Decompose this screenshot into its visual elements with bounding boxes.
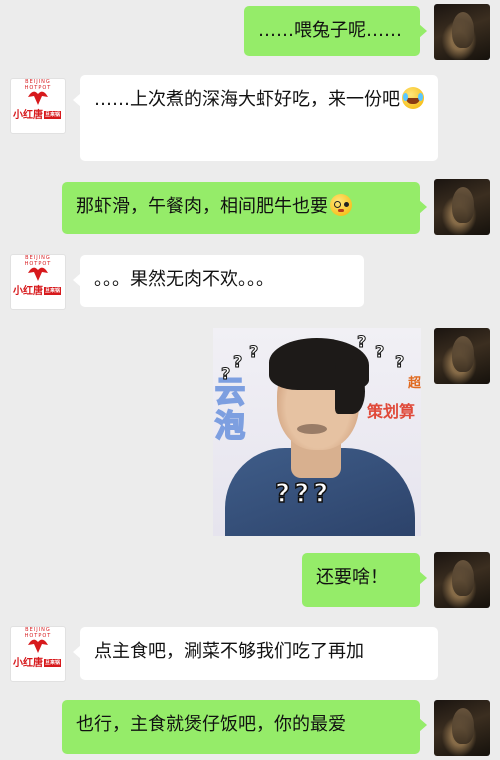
message-bubble-incoming[interactable]: 点主食吧，涮菜不够我们吃了再加 [73, 627, 438, 680]
question-mark-icon: ? [394, 352, 405, 372]
contact-avatar[interactable]: BEIJING HOTPOT 小红唐 旦来锅 [10, 626, 66, 682]
shrimp-logo-icon [28, 91, 48, 105]
message-text: 那虾滑，午餐肉，相间肥牛也要 [76, 196, 328, 217]
question-mark-icon: ? [220, 364, 231, 384]
my-avatar[interactable] [434, 179, 490, 235]
sticker-caption: ??? [274, 479, 333, 509]
message-bubble-incoming[interactable]: 。。。果然无肉不欢。。。 [73, 255, 364, 307]
my-avatar[interactable] [434, 552, 490, 608]
sticker-figure [297, 424, 327, 434]
sticker-image[interactable]: 云 泡 超 策划算 ? ? ? ? ? ? ??? [213, 328, 421, 536]
flushed-emoji-icon [330, 194, 352, 216]
message-bubble-incoming[interactable]: ……上次煮的深海大虾好吃，来一份吧 [73, 75, 438, 161]
my-avatar[interactable] [434, 700, 490, 756]
message-text: 也行，主食就煲仔饭吧，你的最爱 [76, 714, 346, 735]
question-mark-icon: ? [356, 332, 367, 352]
logo-text: 小红唐 旦来锅 [13, 658, 62, 669]
my-avatar[interactable] [434, 328, 490, 384]
question-mark-icon: ? [232, 352, 243, 372]
message-text: 点主食吧，涮菜不够我们吃了再加 [94, 641, 364, 662]
message-bubble-outgoing[interactable]: 也行，主食就煲仔饭吧，你的最爱 [62, 700, 427, 754]
question-mark-icon: ? [248, 342, 259, 362]
sticker-bg-text: 策划算 [366, 402, 415, 421]
message-text: 。。。果然无肉不欢。。。 [94, 269, 274, 290]
contact-avatar[interactable]: BEIJING HOTPOT 小红唐 旦来锅 [10, 78, 66, 134]
message-text: 还要啥！ [316, 567, 388, 588]
shrimp-logo-icon [28, 267, 48, 281]
contact-avatar[interactable]: BEIJING HOTPOT 小红唐 旦来锅 [10, 254, 66, 310]
message-text: ……上次煮的深海大虾好吃，来一份吧 [94, 89, 400, 110]
logo-text: 小红唐 旦来锅 [13, 286, 62, 297]
message-bubble-outgoing[interactable]: 还要啥！ [302, 553, 427, 607]
message-text: ……喂兔子呢…… [258, 20, 402, 41]
laughing-tears-emoji-icon [402, 87, 424, 109]
shrimp-logo-icon [28, 639, 48, 653]
message-bubble-outgoing[interactable]: ……喂兔子呢…… [244, 6, 427, 56]
sticker-bg-text: 超 [407, 376, 421, 391]
message-bubble-outgoing[interactable]: 那虾滑，午餐肉，相间肥牛也要 [62, 182, 427, 234]
question-mark-icon: ? [374, 342, 385, 362]
logo-text: 小红唐 旦来锅 [13, 110, 62, 121]
my-avatar[interactable] [434, 4, 490, 60]
